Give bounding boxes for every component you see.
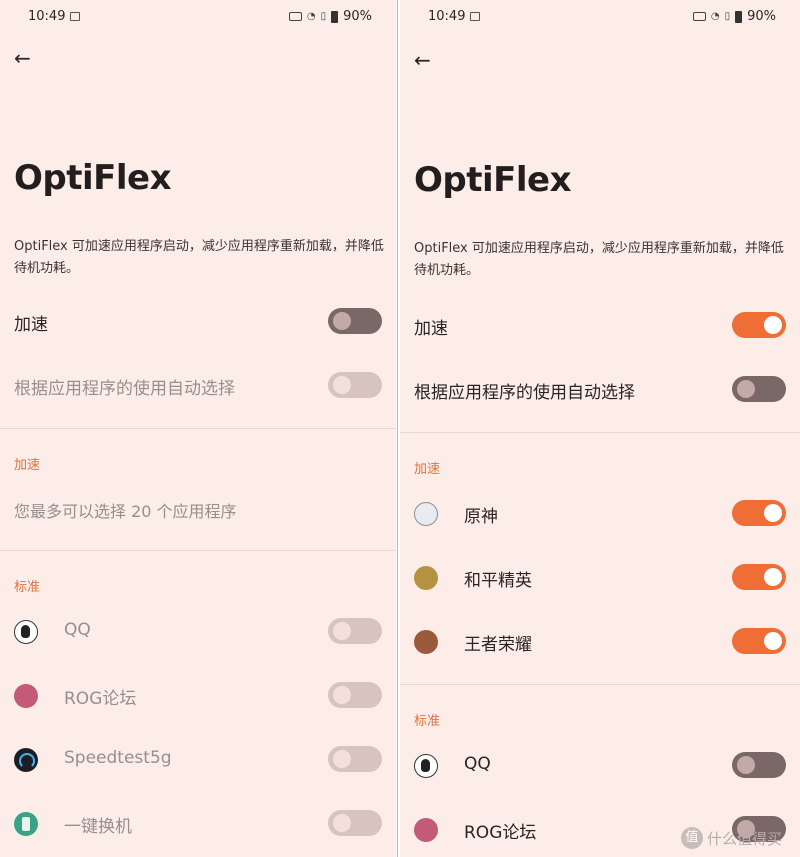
auto-select-label: 根据应用程序的使用自动选择 bbox=[414, 383, 635, 403]
battery-percent: 90% bbox=[343, 9, 372, 24]
app-name: ROG论坛 bbox=[64, 689, 137, 709]
app-name: QQ bbox=[64, 620, 91, 640]
toggle-knob bbox=[737, 756, 755, 774]
nfc-icon bbox=[692, 12, 706, 21]
toggle-knob bbox=[333, 622, 351, 640]
section-header-standard: 标准 bbox=[414, 714, 441, 729]
status-time: 10:49 bbox=[428, 9, 466, 24]
auto-select-label: 根据应用程序的使用自动选择 bbox=[14, 379, 235, 399]
boost-label: 加速 bbox=[14, 315, 48, 335]
toggle-knob bbox=[333, 312, 351, 330]
toggle-knob bbox=[764, 316, 782, 334]
battery-icon bbox=[331, 10, 339, 23]
app-toggle[interactable] bbox=[732, 500, 786, 526]
battery-percent: 90% bbox=[747, 9, 776, 24]
page-title: OptiFlex bbox=[414, 160, 572, 200]
toggle-knob bbox=[764, 568, 782, 586]
app-row-rog: ROG论坛 bbox=[0, 674, 396, 718]
wifi-icon: ◔ bbox=[710, 11, 720, 22]
app-row-qq: QQ bbox=[0, 610, 396, 654]
back-arrow-icon[interactable]: ← bbox=[414, 48, 438, 72]
app-toggle bbox=[328, 810, 382, 836]
page-description: OptiFlex 可加速应用程序启动，减少应用程序重新加载，并降低待机功耗。 bbox=[414, 241, 784, 278]
app-toggle[interactable] bbox=[732, 628, 786, 654]
app-toggle bbox=[328, 746, 382, 772]
toggle-knob bbox=[333, 376, 351, 394]
app-toggle[interactable] bbox=[732, 752, 786, 778]
app-name: ROG论坛 bbox=[464, 823, 537, 843]
divider bbox=[400, 684, 800, 685]
app-name: 一键换机 bbox=[64, 817, 132, 837]
toggle-knob bbox=[333, 686, 351, 704]
divider bbox=[400, 432, 800, 433]
boost-setting-row[interactable]: 加速 bbox=[0, 300, 396, 344]
toggle-knob bbox=[737, 380, 755, 398]
app-row-peacekeeper-elite[interactable]: 和平精英 bbox=[400, 556, 800, 600]
max-apps-hint: 您最多可以选择 20 个应用程序 bbox=[14, 502, 237, 521]
nfc-icon bbox=[288, 12, 302, 21]
boost-setting-row[interactable]: 加速 bbox=[400, 304, 800, 348]
left-screen: 10:49 ◔ ▯ 90% ← OptiFlex OptiFlex 可加速应用程… bbox=[0, 0, 396, 857]
app-row-phone-clone: 一键换机 bbox=[0, 802, 396, 846]
right-screen: 10:49 ◔ ▯ 90% ← OptiFlex OptiFlex 可加速应用程… bbox=[400, 0, 800, 857]
qq-icon bbox=[14, 620, 38, 644]
boost-toggle[interactable] bbox=[328, 308, 382, 334]
image-notification-icon bbox=[470, 12, 480, 21]
no-sim-icon: ▯ bbox=[724, 11, 731, 22]
app-row-honor-of-kings[interactable]: 王者荣耀 bbox=[400, 620, 800, 664]
boost-toggle[interactable] bbox=[732, 312, 786, 338]
app-name: 和平精英 bbox=[464, 571, 532, 591]
watermark: 值 什么值得买 bbox=[680, 827, 782, 849]
section-header-standard: 标准 bbox=[14, 580, 41, 595]
app-row-speedtest: Speedtest5g bbox=[0, 738, 396, 782]
app-row-genshin[interactable]: 原神 bbox=[400, 492, 800, 536]
phone-clone-icon bbox=[14, 812, 38, 836]
qq-icon bbox=[414, 754, 438, 778]
divider bbox=[0, 428, 396, 429]
image-notification-icon bbox=[70, 12, 80, 21]
status-bar: 10:49 ◔ ▯ 90% bbox=[0, 6, 396, 30]
toggle-knob bbox=[333, 750, 351, 768]
section-header-boost: 加速 bbox=[14, 458, 41, 473]
toggle-knob bbox=[333, 814, 351, 832]
divider bbox=[0, 550, 396, 551]
page-description: OptiFlex 可加速应用程序启动，减少应用程序重新加载，并降低待机功耗。 bbox=[14, 239, 384, 276]
peacekeeper-elite-icon bbox=[414, 566, 438, 590]
watermark-text: 什么值得买 bbox=[706, 829, 782, 848]
app-toggle bbox=[328, 618, 382, 644]
genshin-icon bbox=[414, 502, 438, 526]
no-sim-icon: ▯ bbox=[320, 11, 327, 22]
auto-select-toggle bbox=[328, 372, 382, 398]
app-name: QQ bbox=[464, 754, 491, 774]
wifi-icon: ◔ bbox=[306, 11, 316, 22]
app-name: 王者荣耀 bbox=[464, 635, 532, 655]
back-arrow-icon[interactable]: ← bbox=[14, 46, 38, 70]
speedtest-icon bbox=[14, 748, 38, 772]
auto-select-row: 根据应用程序的使用自动选择 bbox=[0, 364, 396, 408]
boost-label: 加速 bbox=[414, 319, 448, 339]
toggle-knob bbox=[764, 504, 782, 522]
smzdm-logo-icon: 值 bbox=[680, 827, 703, 849]
app-name: Speedtest5g bbox=[64, 748, 172, 768]
section-header-boost: 加速 bbox=[414, 462, 441, 477]
app-toggle bbox=[328, 682, 382, 708]
honor-of-kings-icon bbox=[414, 630, 438, 654]
toggle-knob bbox=[764, 632, 782, 650]
auto-select-row[interactable]: 根据应用程序的使用自动选择 bbox=[400, 368, 800, 412]
app-row-qq[interactable]: QQ bbox=[400, 744, 800, 788]
auto-select-toggle[interactable] bbox=[732, 376, 786, 402]
app-name: 原神 bbox=[464, 507, 498, 527]
status-time: 10:49 bbox=[28, 9, 66, 24]
page-title: OptiFlex bbox=[14, 158, 172, 198]
rog-icon bbox=[14, 684, 38, 708]
battery-icon bbox=[735, 10, 743, 23]
status-bar: 10:49 ◔ ▯ 90% bbox=[400, 6, 800, 30]
rog-icon bbox=[414, 818, 438, 842]
app-toggle[interactable] bbox=[732, 564, 786, 590]
